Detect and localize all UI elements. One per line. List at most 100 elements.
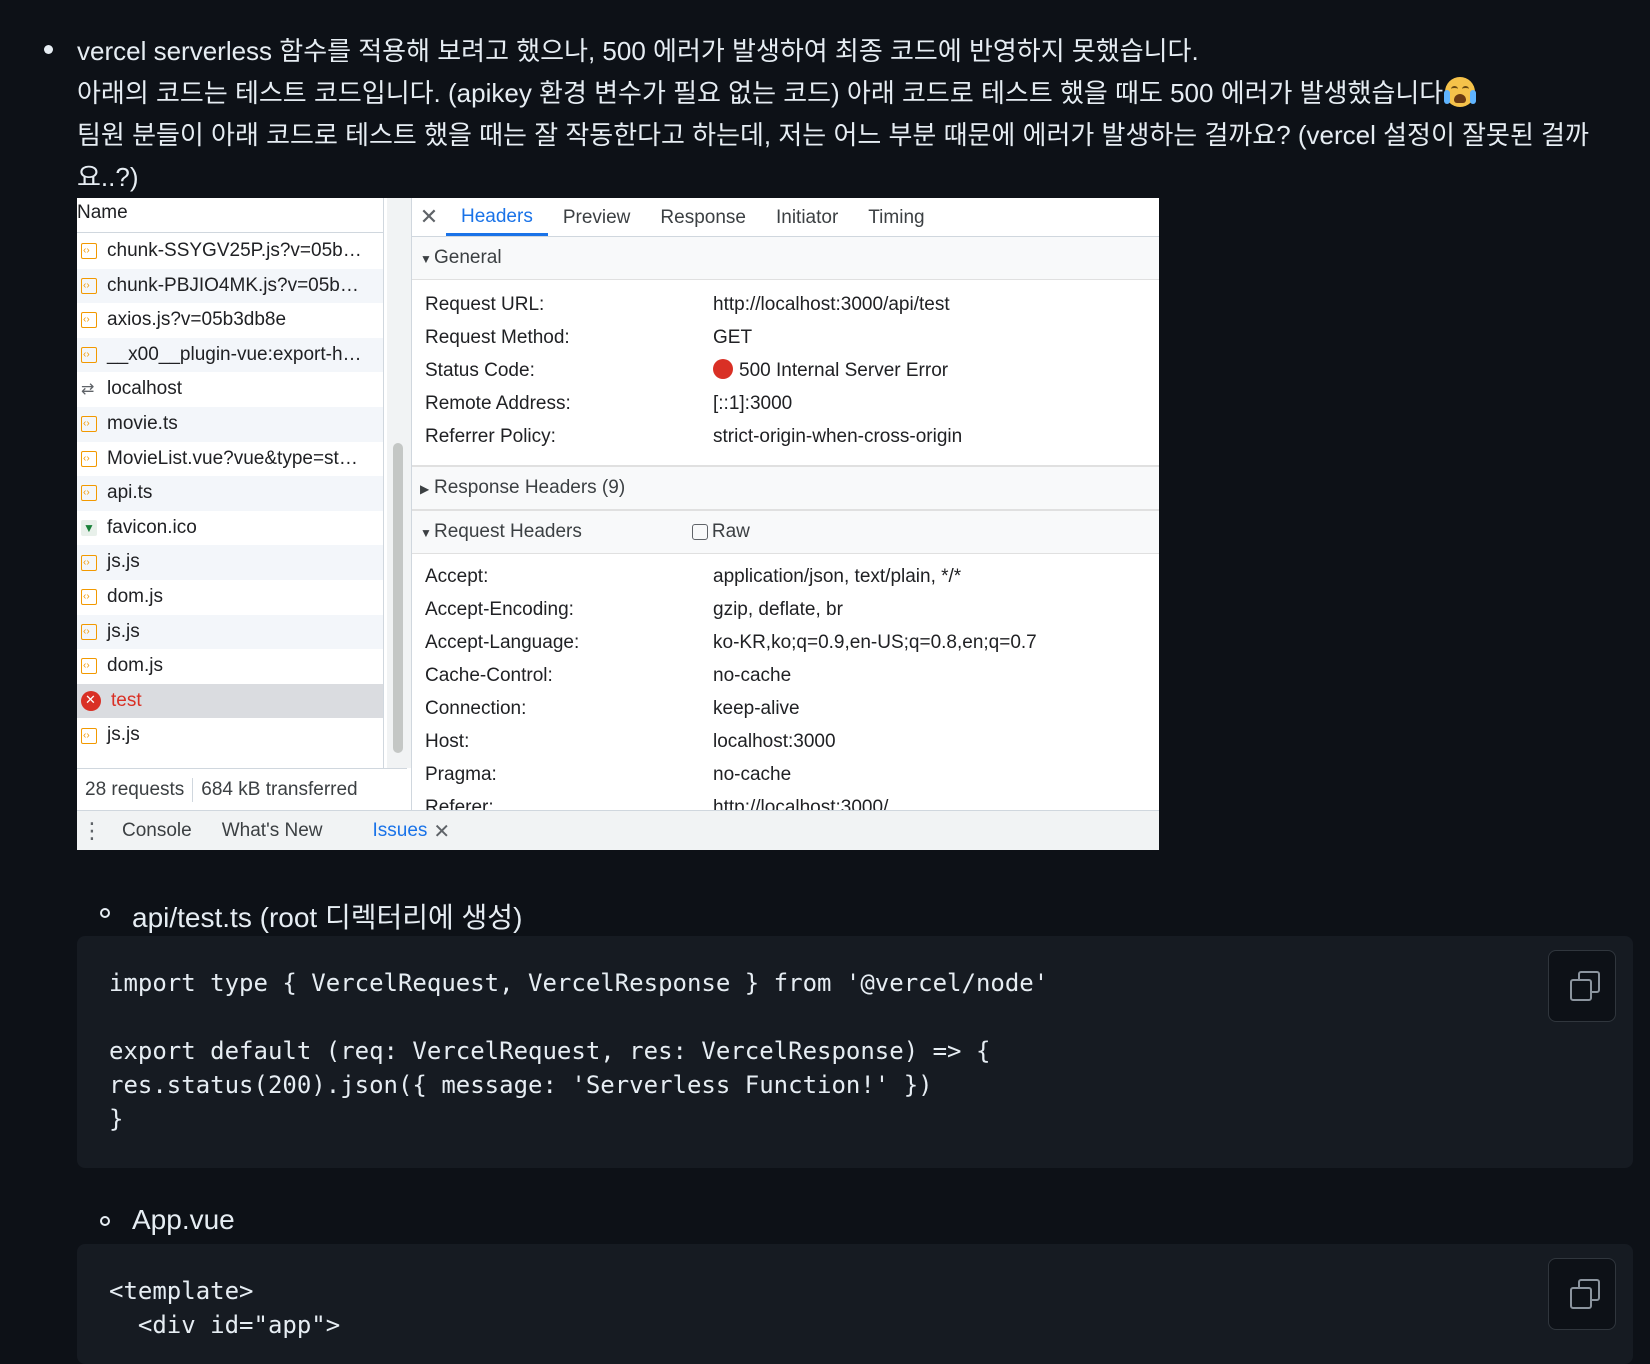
header-key: Request URL: <box>425 294 545 315</box>
copy-button[interactable] <box>1548 950 1616 1022</box>
devtools-screenshot: Name chunk-SSYGV25P.js?v=05b… chunk-PBJIO… <box>77 198 1159 850</box>
request-rows: chunk-SSYGV25P.js?v=05b… chunk-PBJIO4MK.j… <box>77 234 383 746</box>
error-icon <box>81 684 101 718</box>
copy-button[interactable] <box>1548 1258 1616 1330</box>
scrollbar-thumb[interactable] <box>393 443 403 753</box>
header-value-wrap: keep-alive <box>713 692 800 725</box>
favicon-icon <box>81 511 97 545</box>
close-details-icon[interactable]: ✕ <box>412 199 446 235</box>
request-row[interactable]: js.js <box>77 614 383 650</box>
sub-bullet <box>100 908 110 918</box>
expanded-triangle-icon: ▼ <box>420 526 432 540</box>
tab-timing[interactable]: Timing <box>853 200 939 236</box>
tab-initiator[interactable]: Initiator <box>761 200 853 236</box>
header-row: Status Code: 500 Internal Server Error <box>412 354 1159 387</box>
header-key: Host: <box>425 731 470 752</box>
header-key: Request Method: <box>425 327 570 348</box>
header-value: GET <box>713 327 753 348</box>
header-row: Accept-Encoding: gzip, deflate, br <box>412 593 1159 626</box>
header-row: Pragma: no-cache <box>412 758 1159 791</box>
script-file-icon <box>81 338 97 372</box>
header-row: Request URL: http://localhost:3000/api/te… <box>412 288 1159 321</box>
close-issues-icon[interactable]: ✕ <box>433 819 450 844</box>
raw-label: Raw <box>711 521 750 542</box>
header-key: Accept-Encoding: <box>425 599 574 620</box>
request-row[interactable]: MovieList.vue?vue&type=st… <box>77 442 383 476</box>
request-row[interactable]: movie.ts <box>77 406 383 442</box>
header-value: keep-alive <box>713 698 800 719</box>
post-line-1: vercel serverless 함수를 적용해 보려고 했으나, 500 에… <box>77 36 1199 66</box>
header-key: Referrer Policy: <box>425 426 556 447</box>
drawer-tab-bar: ⋮ Console What's New Issues ✕ <box>77 810 1159 850</box>
request-row[interactable]: dom.js <box>77 649 383 684</box>
request-row[interactable]: __x00__plugin-vue:export-h… <box>77 337 383 373</box>
request-row[interactable]: js.js <box>77 545 383 580</box>
request-row[interactable]: chunk-SSYGV25P.js?v=05b… <box>77 234 383 269</box>
tab-console[interactable]: Console <box>107 820 207 842</box>
request-row[interactable]: favicon.ico <box>77 511 383 545</box>
websocket-icon <box>81 373 97 407</box>
general-section-header[interactable]: ▼ General <box>412 237 1159 280</box>
code-block-app-vue: <template> <div id="app"> <box>77 1244 1633 1364</box>
header-value: strict-origin-when-cross-origin <box>713 426 963 447</box>
request-name: __x00__plugin-vue:export-h… <box>107 343 362 365</box>
response-headers-section-header[interactable]: ▶ Response Headers (9) <box>412 466 1159 510</box>
header-key: Cache-Control: <box>425 665 553 686</box>
header-value-wrap: localhost:3000 <box>713 725 836 758</box>
general-title: General <box>434 247 502 268</box>
tab-response[interactable]: Response <box>645 200 761 236</box>
script-file-icon <box>81 476 97 511</box>
header-row: Accept-Language: ko-KR,ko;q=0.9,en-US;q=0… <box>412 626 1159 659</box>
response-headers-title: Response Headers (9) <box>434 477 626 498</box>
request-count: 28 requests <box>85 779 185 800</box>
header-value-wrap: no-cache <box>713 758 791 791</box>
request-headers-title: Request Headers <box>434 521 582 542</box>
header-row: Referrer Policy: strict-origin-when-cross… <box>412 420 1159 453</box>
request-row[interactable]: test <box>77 683 383 719</box>
script-file-icon <box>81 546 97 580</box>
request-row[interactable]: axios.js?v=05b3db8e <box>77 303 383 338</box>
script-file-icon <box>81 615 97 649</box>
request-row[interactable]: chunk-PBJIO4MK.js?v=05b… <box>77 268 383 304</box>
header-value: ko-KR,ko;q=0.9,en-US;q=0.8,en;q=0.7 <box>713 632 1037 653</box>
post-line-3: 팀원 분들이 아래 코드로 테스트 했을 때는 잘 작동한다고 하는데, 저는 … <box>77 120 1589 192</box>
request-row[interactable]: dom.js <box>77 580 383 615</box>
request-row[interactable]: localhost <box>77 372 383 407</box>
tab-issues[interactable]: Issues <box>357 820 433 842</box>
request-headers-section-header[interactable]: ▼ Request Headers Raw <box>412 510 1159 554</box>
list-bullet <box>44 45 53 54</box>
script-file-icon <box>81 407 97 442</box>
general-section: Request URL: http://localhost:3000/api/te… <box>412 280 1159 466</box>
post-paragraph: vercel serverless 함수를 적용해 보려고 했으나, 500 에… <box>77 30 1627 198</box>
more-options-icon[interactable]: ⋮ <box>77 818 107 844</box>
request-name: chunk-PBJIO4MK.js?v=05b… <box>107 274 359 296</box>
tab-whats-new[interactable]: What's New <box>207 820 338 842</box>
request-list-scrollbar[interactable] <box>387 198 411 768</box>
header-value-wrap: GET <box>713 321 752 354</box>
raw-checkbox[interactable] <box>691 524 708 540</box>
tab-headers[interactable]: Headers <box>446 200 548 236</box>
script-file-icon <box>81 269 97 303</box>
collapsed-triangle-icon: ▶ <box>420 482 430 496</box>
header-row: Cache-Control: no-cache <box>412 659 1159 692</box>
request-row[interactable]: api.ts <box>77 476 383 511</box>
request-name: dom.js <box>107 655 163 677</box>
raw-toggle[interactable]: Raw <box>691 511 750 553</box>
header-value: [::1]:3000 <box>713 393 793 414</box>
script-file-icon <box>81 442 97 476</box>
header-value: 500 Internal Server Error <box>739 360 949 381</box>
request-details-panel: ✕ Headers Preview Response Initiator Timing … <box>411 198 1159 818</box>
script-file-icon <box>81 719 97 746</box>
tab-preview[interactable]: Preview <box>548 200 646 236</box>
script-file-icon <box>81 649 97 684</box>
request-row[interactable]: js.js <box>77 718 383 746</box>
header-value: no-cache <box>713 764 792 785</box>
loudly-crying-face-icon <box>1444 77 1477 107</box>
header-value: localhost:3000 <box>713 731 836 752</box>
network-request-list: Name chunk-SSYGV25P.js?v=05b… chunk-PBJIO… <box>77 198 384 768</box>
expanded-triangle-icon: ▼ <box>420 252 432 266</box>
script-file-icon <box>81 580 97 615</box>
sub-bullet <box>100 1216 110 1226</box>
name-column-header[interactable]: Name <box>77 198 383 233</box>
script-file-icon <box>81 234 97 269</box>
